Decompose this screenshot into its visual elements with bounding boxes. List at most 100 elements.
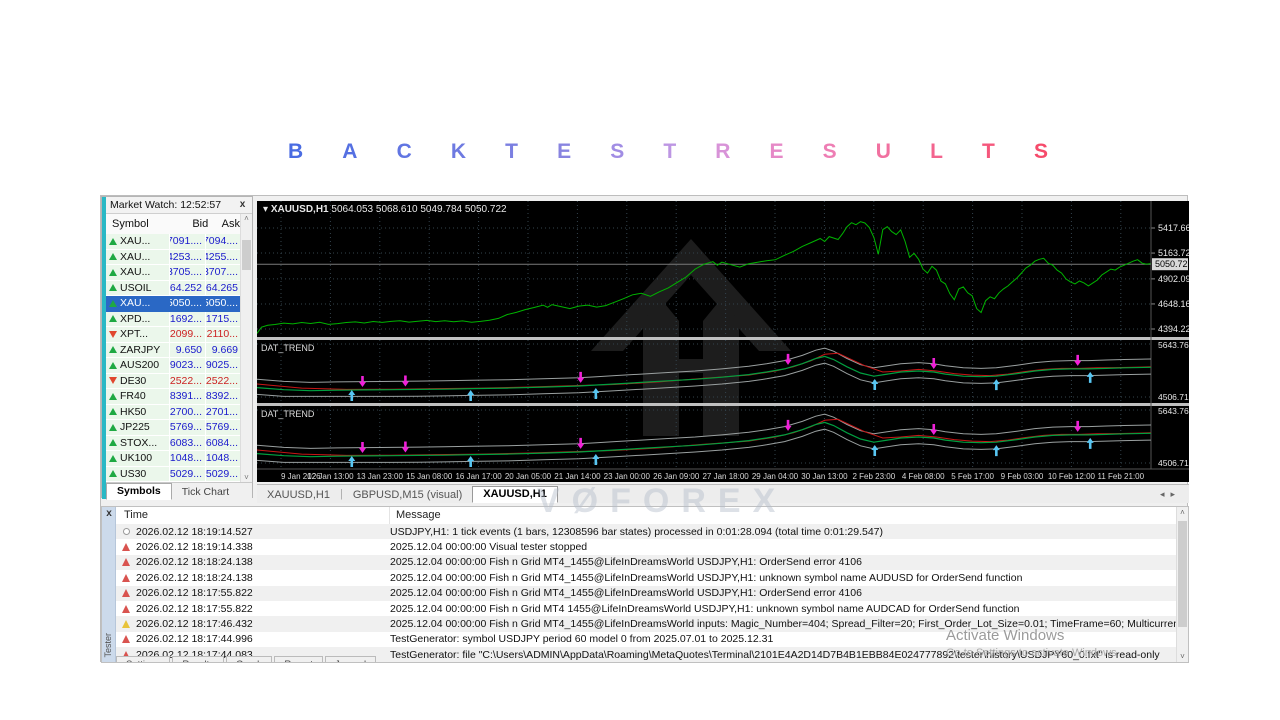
- arrow-up-icon: [109, 315, 117, 323]
- journal-time: 2026.02.12 18:17:55.822: [136, 587, 253, 600]
- bid-cell: 9023...: [170, 358, 206, 374]
- tester-tab-journal[interactable]: Journal: [324, 656, 377, 662]
- chart-tab-1[interactable]: GBPUSD,M15 (visual): [343, 488, 472, 503]
- scrollbar-thumb[interactable]: [242, 240, 251, 270]
- price-axis-label: 4648.160: [1158, 299, 1189, 309]
- indicator-axis-label: 4506.7127: [1158, 458, 1189, 468]
- market-watch-row[interactable]: ZARJPY 9.650 9.669: [106, 342, 242, 358]
- tester-tab-report[interactable]: Report: [274, 656, 323, 662]
- journal-row[interactable]: 2026.02.12 18:18:24.138 2025.12.04 00:00:…: [116, 570, 1176, 585]
- bid-cell: 3705....: [170, 265, 206, 281]
- market-watch-row[interactable]: AUS200 9023... 9025...: [106, 358, 242, 374]
- time-axis-label: 11 Feb 21:00: [1098, 472, 1145, 481]
- market-watch-row[interactable]: HK50 2700... 2701...: [106, 404, 242, 420]
- journal-row[interactable]: 2026.02.12 18:18:24.138 2025.12.04 00:00:…: [116, 554, 1176, 571]
- bid-cell: 2099...: [170, 327, 206, 343]
- market-watch-title-text: Market Watch: 12:52:57: [110, 199, 222, 211]
- market-watch-row[interactable]: FR40 8391... 8392...: [106, 389, 242, 405]
- signal-up-arrow-icon: [992, 379, 1000, 391]
- arrow-up-icon: [109, 454, 117, 462]
- journal-row[interactable]: 2026.02.12 18:17:55.822 2025.12.04 00:00:…: [116, 601, 1176, 616]
- column-message[interactable]: Message: [390, 507, 441, 524]
- market-watch-row[interactable]: USOIL 64.252 64.265: [106, 280, 242, 296]
- market-watch-row[interactable]: XAU... 4253.... 4255....: [106, 249, 242, 265]
- tester-tab-results[interactable]: Results: [172, 656, 225, 662]
- bid-cell: 5029...: [170, 466, 206, 482]
- time-axis-label: 2 Feb 23:00: [852, 472, 895, 481]
- pane-splitter: [257, 403, 1189, 406]
- journal-row[interactable]: 2026.02.12 18:17:46.432 2025.12.04 00:00:…: [116, 616, 1176, 632]
- market-watch-row[interactable]: US30 5029... 5029...: [106, 466, 242, 482]
- journal-message: 2025.12.04 00:00:00 Fish n Grid MT4 1455…: [390, 602, 1020, 615]
- scroll-down-icon[interactable]: ˅: [1177, 652, 1188, 661]
- time-axis-label: 20 Jan 05:00: [505, 472, 552, 481]
- journal-row[interactable]: 2026.02.12 18:19:14.527 USDJPY,H1: 1 tick…: [116, 524, 1176, 540]
- arrow-up-icon: [109, 392, 117, 400]
- symbol-cell: DE30: [106, 373, 170, 389]
- market-watch-row[interactable]: STOX... 6083... 6084...: [106, 435, 242, 451]
- chart-tab-0[interactable]: XAUUSD,H1: [257, 488, 340, 503]
- chevron-down-icon[interactable]: ▾: [263, 204, 268, 215]
- symbol-cell: XAU...: [106, 265, 170, 281]
- scrollbar-thumb[interactable]: [1178, 521, 1187, 627]
- bid-cell: 1692...: [170, 311, 206, 327]
- journal-row[interactable]: 2026.02.12 18:17:55.822 2025.12.04 00:00:…: [116, 585, 1176, 601]
- title-letter: R: [715, 140, 731, 163]
- signal-up-arrow-icon: [992, 445, 1000, 457]
- bid-cell: 4253....: [170, 249, 206, 265]
- close-icon[interactable]: x: [102, 508, 116, 519]
- market-watch-row[interactable]: XPD... 1692... 1715...: [106, 311, 242, 327]
- market-watch-row[interactable]: UK100 1048... 1048...: [106, 451, 242, 467]
- symbol-cell: XAU...: [106, 234, 170, 250]
- bid-cell: 64.252: [170, 280, 206, 296]
- bid-cell: 9.650: [170, 342, 206, 358]
- arrow-down-icon: [109, 377, 117, 385]
- scroll-up-icon[interactable]: ˄: [1177, 508, 1188, 517]
- market-watch-row[interactable]: XPT... 2099... 2110...: [106, 327, 242, 343]
- column-ask[interactable]: Ask: [208, 214, 240, 234]
- tester-tab-graph[interactable]: Graph: [226, 656, 273, 662]
- market-watch-scrollbar[interactable]: ˄ ˅: [240, 214, 252, 482]
- chart-tab-2[interactable]: XAUUSD,H1: [472, 486, 558, 503]
- market-watch-tab-tick-chart[interactable]: Tick Chart: [172, 485, 239, 500]
- market-watch-row[interactable]: DE30 2522... 2522...: [106, 373, 242, 389]
- close-icon[interactable]: x: [236, 198, 249, 212]
- signal-up-arrow-icon: [348, 390, 356, 401]
- tester-strip-label[interactable]: Tester: [103, 633, 113, 658]
- market-watch-row[interactable]: XAU... 3705.... 3707....: [106, 265, 242, 281]
- market-watch-row[interactable]: XAU... 7091.... 7094....: [106, 234, 242, 250]
- time-axis-label: 21 Jan 14:00: [554, 472, 601, 481]
- chart-canvas[interactable]: 5417.660 5163.725 4902.095 4648.160 4394.225…: [257, 201, 1189, 482]
- indicator-axis-label: 4506.7127: [1158, 392, 1189, 402]
- bid-cell: 5050....: [170, 296, 206, 312]
- ask-cell: 1715...: [206, 311, 242, 327]
- scroll-down-icon[interactable]: ˅: [241, 473, 252, 482]
- market-watch-tab-symbols[interactable]: Symbols: [106, 483, 172, 500]
- error-icon: [116, 589, 136, 598]
- indicator-label: DAT_TREND: [261, 343, 315, 353]
- arrow-down-icon: [109, 330, 117, 338]
- arrow-up-icon: [109, 361, 117, 369]
- column-time[interactable]: Time: [116, 507, 390, 524]
- indicator-axis-label: 5643.7648: [1158, 340, 1189, 350]
- scroll-up-icon[interactable]: ˄: [241, 214, 252, 223]
- tab-nav-arrows[interactable]: ◂▸: [1160, 489, 1189, 500]
- market-watch-row[interactable]: JP225 5769... 5769...: [106, 420, 242, 436]
- bid-cell: 2522...: [170, 373, 206, 389]
- market-watch-row[interactable]: XAU... 5050.... 5050....: [106, 296, 242, 312]
- arrow-up-icon: [109, 284, 117, 292]
- column-symbol[interactable]: Symbol: [106, 214, 174, 234]
- column-bid[interactable]: Bid: [174, 214, 208, 234]
- journal-row[interactable]: 2026.02.12 18:19:14.338 2025.12.04 00:00:…: [116, 539, 1176, 554]
- journal-rows: 2026.02.12 18:19:14.527 USDJPY,H1: 1 tick…: [116, 524, 1176, 662]
- bid-cell: 6083...: [170, 435, 206, 451]
- error-icon: [116, 543, 136, 552]
- tester-tab-settings[interactable]: Settings: [116, 656, 171, 662]
- chart-area[interactable]: ▾ XAUUSD,H1 5064.053 5068.610 5049.784 5…: [257, 201, 1189, 482]
- journal-row[interactable]: 2026.02.12 18:17:44.996 TestGenerator: sy…: [116, 632, 1176, 647]
- signal-up-arrow-icon: [348, 456, 356, 467]
- chart-symbol: XAUUSD,H1: [270, 204, 329, 215]
- chart-ohlc: 5064.053 5068.610 5049.784 5050.722: [331, 204, 507, 215]
- current-price-label: 5050.722: [1155, 259, 1189, 269]
- journal-scrollbar[interactable]: ˄ ˅: [1176, 507, 1188, 662]
